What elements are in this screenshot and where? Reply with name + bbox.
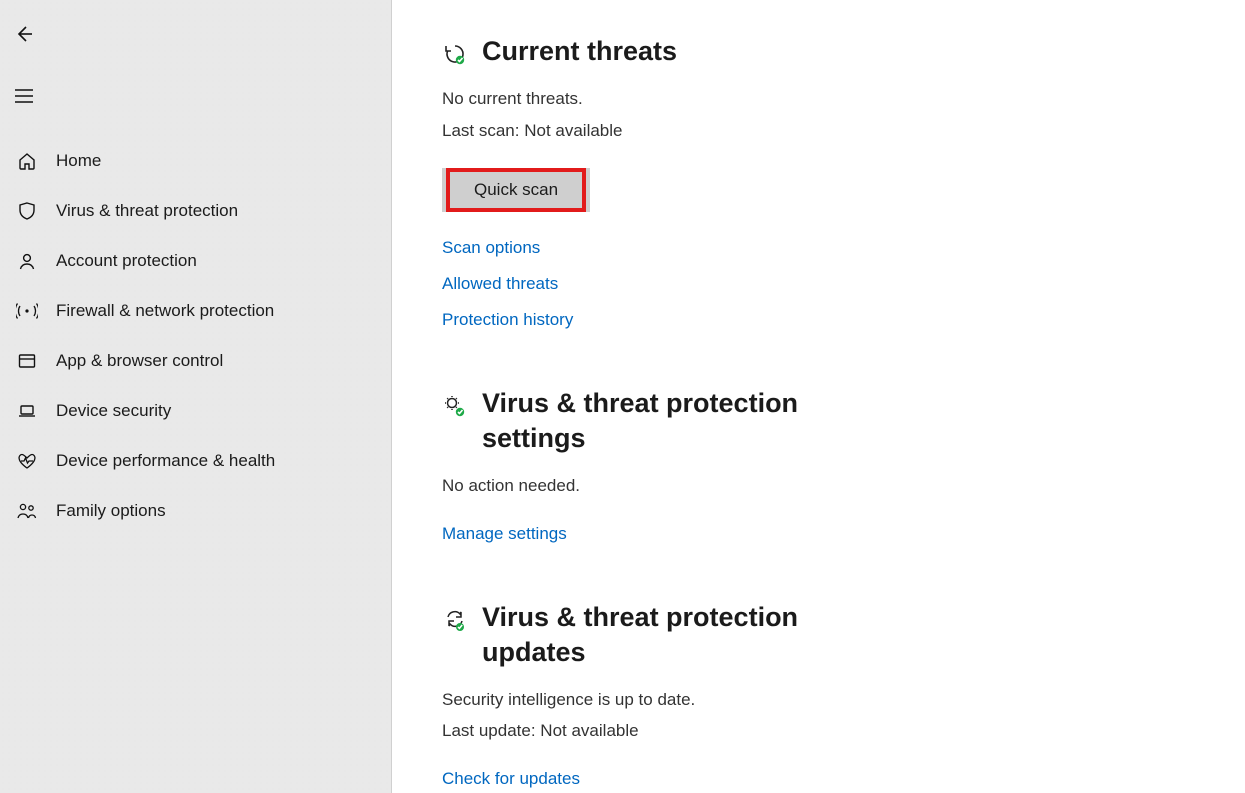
section-title: Current threats bbox=[482, 34, 1195, 69]
section-settings: Virus & threat protection settings No ac… bbox=[442, 386, 1195, 544]
signal-icon bbox=[10, 301, 44, 321]
home-icon bbox=[10, 151, 44, 171]
back-button[interactable] bbox=[0, 12, 48, 56]
section-current-threats: Current threats No current threats. Last… bbox=[442, 34, 1195, 330]
quick-scan-button[interactable]: Quick scan bbox=[446, 168, 586, 212]
sidebar-item-label: Virus & threat protection bbox=[44, 201, 238, 221]
history-shield-icon bbox=[442, 34, 468, 66]
sidebar: Home Virus & threat protection Account p… bbox=[0, 0, 392, 793]
hamburger-button[interactable] bbox=[0, 74, 48, 118]
app-window-icon bbox=[10, 351, 44, 371]
sidebar-item-label: Firewall & network protection bbox=[44, 301, 274, 321]
sidebar-item-performance-health[interactable]: Device performance & health bbox=[0, 436, 391, 486]
sidebar-nav: Home Virus & threat protection Account p… bbox=[0, 136, 391, 536]
section-title: Virus & threat protection settings bbox=[482, 386, 832, 456]
section-updates: Virus & threat protection updates Securi… bbox=[442, 600, 1195, 789]
heart-pulse-icon bbox=[10, 451, 44, 471]
updates-status-line1: Security intelligence is up to date. bbox=[442, 684, 1195, 715]
sidebar-item-label: App & browser control bbox=[44, 351, 223, 371]
sidebar-top-controls bbox=[0, 8, 391, 126]
sidebar-item-label: Device security bbox=[44, 401, 171, 421]
scan-options-link[interactable]: Scan options bbox=[442, 238, 1195, 258]
main-content: Current threats No current threats. Last… bbox=[392, 0, 1245, 793]
check-updates-link[interactable]: Check for updates bbox=[442, 769, 1195, 789]
refresh-check-icon bbox=[442, 600, 468, 632]
sidebar-item-firewall[interactable]: Firewall & network protection bbox=[0, 286, 391, 336]
shield-icon bbox=[10, 201, 44, 221]
sidebar-item-virus-threat[interactable]: Virus & threat protection bbox=[0, 186, 391, 236]
threats-status-line1: No current threats. bbox=[442, 83, 1195, 114]
sidebar-item-label: Account protection bbox=[44, 251, 197, 271]
sidebar-item-label: Device performance & health bbox=[44, 451, 275, 471]
protection-history-link[interactable]: Protection history bbox=[442, 310, 1195, 330]
gear-check-icon bbox=[442, 386, 468, 418]
threats-status-line2: Last scan: Not available bbox=[442, 115, 1195, 146]
sidebar-item-label: Home bbox=[44, 151, 101, 171]
quick-scan-highlight: Quick scan bbox=[442, 168, 590, 212]
settings-status: No action needed. bbox=[442, 470, 1195, 501]
updates-status-line2: Last update: Not available bbox=[442, 715, 1195, 746]
sidebar-item-account-protection[interactable]: Account protection bbox=[0, 236, 391, 286]
family-icon bbox=[10, 501, 44, 521]
sidebar-item-home[interactable]: Home bbox=[0, 136, 391, 186]
laptop-icon bbox=[10, 401, 44, 421]
allowed-threats-link[interactable]: Allowed threats bbox=[442, 274, 1195, 294]
manage-settings-link[interactable]: Manage settings bbox=[442, 524, 1195, 544]
section-title: Virus & threat protection updates bbox=[482, 600, 832, 670]
person-icon bbox=[10, 251, 44, 271]
sidebar-item-family-options[interactable]: Family options bbox=[0, 486, 391, 536]
sidebar-item-app-browser[interactable]: App & browser control bbox=[0, 336, 391, 386]
hamburger-icon bbox=[14, 88, 34, 104]
arrow-left-icon bbox=[14, 24, 34, 44]
sidebar-item-label: Family options bbox=[44, 501, 166, 521]
sidebar-item-device-security[interactable]: Device security bbox=[0, 386, 391, 436]
